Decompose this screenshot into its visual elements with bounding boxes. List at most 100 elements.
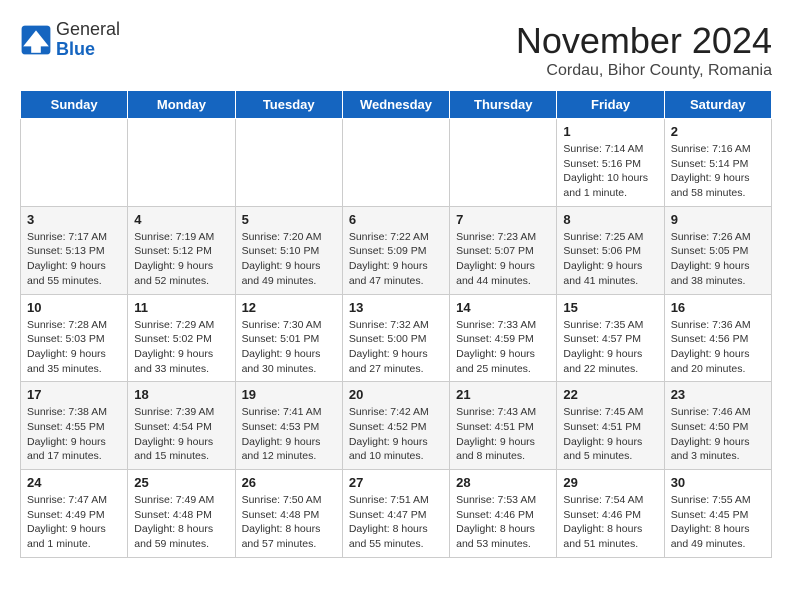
calendar-cell — [450, 119, 557, 207]
day-number: 16 — [671, 300, 765, 315]
title-block: November 2024 Cordau, Bihor County, Roma… — [516, 20, 772, 80]
day-number: 14 — [456, 300, 550, 315]
logo-blue-text: Blue — [56, 39, 95, 59]
day-info: Sunrise: 7:51 AMSunset: 4:47 PMDaylight:… — [349, 493, 443, 552]
calendar-cell: 20 Sunrise: 7:42 AMSunset: 4:52 PMDayligh… — [342, 382, 449, 470]
calendar-cell: 13 Sunrise: 7:32 AMSunset: 5:00 PMDayligh… — [342, 294, 449, 382]
day-number: 26 — [242, 475, 336, 490]
day-info: Sunrise: 7:32 AMSunset: 5:00 PMDaylight:… — [349, 318, 443, 377]
day-number: 6 — [349, 212, 443, 227]
day-info: Sunrise: 7:33 AMSunset: 4:59 PMDaylight:… — [456, 318, 550, 377]
location-subtitle: Cordau, Bihor County, Romania — [516, 62, 772, 80]
calendar-cell: 19Sunrise: 7:41 AMSunset: 4:53 PMDayligh… — [235, 382, 342, 470]
calendar-cell: 21 Sunrise: 7:43 AMSunset: 4:51 PMDayligh… — [450, 382, 557, 470]
col-sunday: Sunday — [21, 91, 128, 119]
day-info: Sunrise: 7:38 AMSunset: 4:55 PMDaylight:… — [27, 405, 121, 464]
day-info: Sunrise: 7:22 AMSunset: 5:09 PMDaylight:… — [349, 230, 443, 289]
calendar-week-5: 24Sunrise: 7:47 AMSunset: 4:49 PMDayligh… — [21, 470, 772, 558]
calendar-header: Sunday Monday Tuesday Wednesday Thursday… — [21, 91, 772, 119]
header: General Blue November 2024 Cordau, Bihor… — [20, 20, 772, 80]
calendar-cell: 23Sunrise: 7:46 AMSunset: 4:50 PMDayligh… — [664, 382, 771, 470]
calendar-cell — [128, 119, 235, 207]
calendar-cell: 1Sunrise: 7:14 AMSunset: 5:16 PMDaylight… — [557, 119, 664, 207]
col-saturday: Saturday — [664, 91, 771, 119]
calendar-cell — [21, 119, 128, 207]
day-info: Sunrise: 7:42 AMSunset: 4:52 PMDaylight:… — [349, 405, 443, 464]
col-wednesday: Wednesday — [342, 91, 449, 119]
day-info: Sunrise: 7:50 AMSunset: 4:48 PMDaylight:… — [242, 493, 336, 552]
day-info: Sunrise: 7:30 AMSunset: 5:01 PMDaylight:… — [242, 318, 336, 377]
calendar-cell: 30 Sunrise: 7:55 AMSunset: 4:45 PMDayligh… — [664, 470, 771, 558]
day-number: 13 — [349, 300, 443, 315]
day-info: Sunrise: 7:28 AMSunset: 5:03 PMDaylight:… — [27, 318, 121, 377]
day-info: Sunrise: 7:55 AMSunset: 4:45 PMDaylight:… — [671, 493, 765, 552]
col-thursday: Thursday — [450, 91, 557, 119]
calendar-cell: 9Sunrise: 7:26 AMSunset: 5:05 PMDaylight… — [664, 206, 771, 294]
calendar-week-2: 3 Sunrise: 7:17 AMSunset: 5:13 PMDaylight… — [21, 206, 772, 294]
day-number: 12 — [242, 300, 336, 315]
calendar-cell: 25Sunrise: 7:49 AMSunset: 4:48 PMDayligh… — [128, 470, 235, 558]
calendar-week-1: 1Sunrise: 7:14 AMSunset: 5:16 PMDaylight… — [21, 119, 772, 207]
day-info: Sunrise: 7:29 AMSunset: 5:02 PMDaylight:… — [134, 318, 228, 377]
calendar-cell: 5Sunrise: 7:20 AMSunset: 5:10 PMDaylight… — [235, 206, 342, 294]
calendar-cell: 15 Sunrise: 7:35 AMSunset: 4:57 PMDayligh… — [557, 294, 664, 382]
col-friday: Friday — [557, 91, 664, 119]
day-number: 22 — [563, 387, 657, 402]
logo-general-text: General — [56, 19, 120, 39]
calendar-cell: 17 Sunrise: 7:38 AMSunset: 4:55 PMDayligh… — [21, 382, 128, 470]
calendar-cell: 2 Sunrise: 7:16 AMSunset: 5:14 PMDaylight… — [664, 119, 771, 207]
day-number: 8 — [563, 212, 657, 227]
day-info: Sunrise: 7:35 AMSunset: 4:57 PMDaylight:… — [563, 318, 657, 377]
logo-icon — [20, 24, 52, 56]
day-info: Sunrise: 7:19 AMSunset: 5:12 PMDaylight:… — [134, 230, 228, 289]
calendar-cell — [235, 119, 342, 207]
day-number: 11 — [134, 300, 228, 315]
day-info: Sunrise: 7:14 AMSunset: 5:16 PMDaylight:… — [563, 142, 657, 201]
calendar-cell: 27 Sunrise: 7:51 AMSunset: 4:47 PMDayligh… — [342, 470, 449, 558]
day-info: Sunrise: 7:26 AMSunset: 5:05 PMDaylight:… — [671, 230, 765, 289]
day-info: Sunrise: 7:39 AMSunset: 4:54 PMDaylight:… — [134, 405, 228, 464]
calendar-cell: 4 Sunrise: 7:19 AMSunset: 5:12 PMDaylight… — [128, 206, 235, 294]
day-number: 20 — [349, 387, 443, 402]
calendar-cell: 6 Sunrise: 7:22 AMSunset: 5:09 PMDaylight… — [342, 206, 449, 294]
calendar-cell: 11 Sunrise: 7:29 AMSunset: 5:02 PMDayligh… — [128, 294, 235, 382]
calendar-header-row: Sunday Monday Tuesday Wednesday Thursday… — [21, 91, 772, 119]
day-number: 21 — [456, 387, 550, 402]
day-number: 18 — [134, 387, 228, 402]
day-number: 28 — [456, 475, 550, 490]
calendar-cell: 28Sunrise: 7:53 AMSunset: 4:46 PMDayligh… — [450, 470, 557, 558]
calendar-week-3: 10 Sunrise: 7:28 AMSunset: 5:03 PMDayligh… — [21, 294, 772, 382]
calendar-body: 1Sunrise: 7:14 AMSunset: 5:16 PMDaylight… — [21, 119, 772, 558]
calendar-week-4: 17 Sunrise: 7:38 AMSunset: 4:55 PMDayligh… — [21, 382, 772, 470]
calendar-cell: 29Sunrise: 7:54 AMSunset: 4:46 PMDayligh… — [557, 470, 664, 558]
calendar-cell: 26 Sunrise: 7:50 AMSunset: 4:48 PMDayligh… — [235, 470, 342, 558]
day-info: Sunrise: 7:16 AMSunset: 5:14 PMDaylight:… — [671, 142, 765, 201]
day-number: 10 — [27, 300, 121, 315]
calendar-cell: 14 Sunrise: 7:33 AMSunset: 4:59 PMDayligh… — [450, 294, 557, 382]
month-title: November 2024 — [516, 20, 772, 62]
day-number: 19 — [242, 387, 336, 402]
day-number: 30 — [671, 475, 765, 490]
day-info: Sunrise: 7:43 AMSunset: 4:51 PMDaylight:… — [456, 405, 550, 464]
day-info: Sunrise: 7:47 AMSunset: 4:49 PMDaylight:… — [27, 493, 121, 552]
day-number: 7 — [456, 212, 550, 227]
calendar-table: Sunday Monday Tuesday Wednesday Thursday… — [20, 90, 772, 558]
day-info: Sunrise: 7:46 AMSunset: 4:50 PMDaylight:… — [671, 405, 765, 464]
day-number: 4 — [134, 212, 228, 227]
day-info: Sunrise: 7:25 AMSunset: 5:06 PMDaylight:… — [563, 230, 657, 289]
day-number: 29 — [563, 475, 657, 490]
day-info: Sunrise: 7:36 AMSunset: 4:56 PMDaylight:… — [671, 318, 765, 377]
calendar-cell: 10 Sunrise: 7:28 AMSunset: 5:03 PMDayligh… — [21, 294, 128, 382]
day-info: Sunrise: 7:20 AMSunset: 5:10 PMDaylight:… — [242, 230, 336, 289]
day-number: 15 — [563, 300, 657, 315]
day-number: 17 — [27, 387, 121, 402]
day-info: Sunrise: 7:17 AMSunset: 5:13 PMDaylight:… — [27, 230, 121, 289]
day-number: 2 — [671, 124, 765, 139]
calendar-cell: 3 Sunrise: 7:17 AMSunset: 5:13 PMDaylight… — [21, 206, 128, 294]
day-info: Sunrise: 7:49 AMSunset: 4:48 PMDaylight:… — [134, 493, 228, 552]
calendar-cell: 18 Sunrise: 7:39 AMSunset: 4:54 PMDayligh… — [128, 382, 235, 470]
day-number: 27 — [349, 475, 443, 490]
day-number: 3 — [27, 212, 121, 227]
logo: General Blue — [20, 20, 120, 60]
col-tuesday: Tuesday — [235, 91, 342, 119]
